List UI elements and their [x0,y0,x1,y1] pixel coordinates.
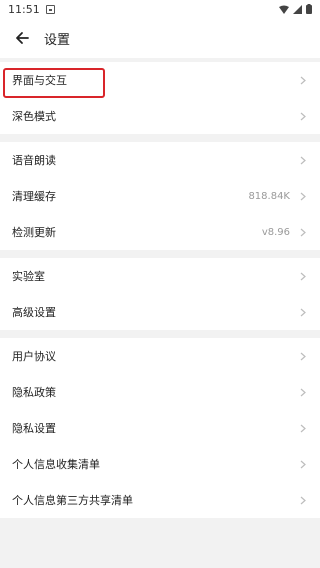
setting-label: 隐私政策 [12,386,56,399]
notification-icon [45,4,55,14]
setting-label: 界面与交互 [12,74,67,87]
chevron-right-icon [298,495,308,505]
setting-advanced[interactable]: 高级设置 [0,294,320,330]
setting-label: 清理缓存 [12,190,56,203]
cache-size-value: 818.84K [248,190,290,202]
settings-group-display: 界面与交互 深色模式 [0,62,320,134]
setting-label: 个人信息第三方共享清单 [12,494,133,507]
setting-clear-cache[interactable]: 清理缓存 818.84K [0,178,320,214]
chevron-right-icon [298,423,308,433]
chevron-right-icon [298,387,308,397]
chevron-right-icon [298,459,308,469]
back-button[interactable] [4,20,40,56]
setting-label: 深色模式 [12,110,56,123]
setting-check-update[interactable]: 检测更新 v8.96 [0,214,320,250]
battery-icon [306,4,312,14]
setting-label: 隐私设置 [12,422,56,435]
settings-group-advanced: 实验室 高级设置 [0,258,320,330]
chevron-right-icon [298,75,308,85]
status-time: 11:51 [8,2,40,16]
chevron-right-icon [298,155,308,165]
chevron-right-icon [298,111,308,121]
status-bar: 11:51 [0,0,320,18]
wifi-icon [279,5,289,14]
setting-privacy-policy[interactable]: 隐私政策 [0,374,320,410]
setting-label: 语音朗读 [12,154,56,167]
setting-user-agreement[interactable]: 用户协议 [0,338,320,374]
version-value: v8.96 [261,226,290,238]
signal-icon [293,4,302,14]
setting-voice-reading[interactable]: 语音朗读 [0,142,320,178]
setting-privacy-settings[interactable]: 隐私设置 [0,410,320,446]
setting-label: 用户协议 [12,350,56,363]
setting-label: 实验室 [12,270,45,283]
chevron-right-icon [298,271,308,281]
chevron-right-icon [298,307,308,317]
setting-personal-info-list[interactable]: 个人信息收集清单 [0,446,320,482]
settings-list: 界面与交互 深色模式 语音朗读 清理缓存 818.84K 检测更新 v8.96 … [0,62,320,526]
back-arrow-icon [16,32,29,44]
setting-dark-mode[interactable]: 深色模式 [0,98,320,134]
status-icons [279,4,312,14]
app-bar: 设置 [0,18,320,58]
setting-label: 个人信息收集清单 [12,458,100,471]
setting-lab[interactable]: 实验室 [0,258,320,294]
chevron-right-icon [298,351,308,361]
settings-group-legal: 用户协议 隐私政策 隐私设置 个人信息收集清单 个人信息第三方共享清单 [0,338,320,518]
setting-third-party-sharing-list[interactable]: 个人信息第三方共享清单 [0,482,320,518]
chevron-right-icon [298,227,308,237]
page-title: 设置 [44,32,71,48]
setting-label: 高级设置 [12,306,56,319]
settings-group-general: 语音朗读 清理缓存 818.84K 检测更新 v8.96 [0,142,320,250]
chevron-right-icon [298,191,308,201]
setting-ui-interaction[interactable]: 界面与交互 [0,62,320,98]
setting-label: 检测更新 [12,226,56,239]
